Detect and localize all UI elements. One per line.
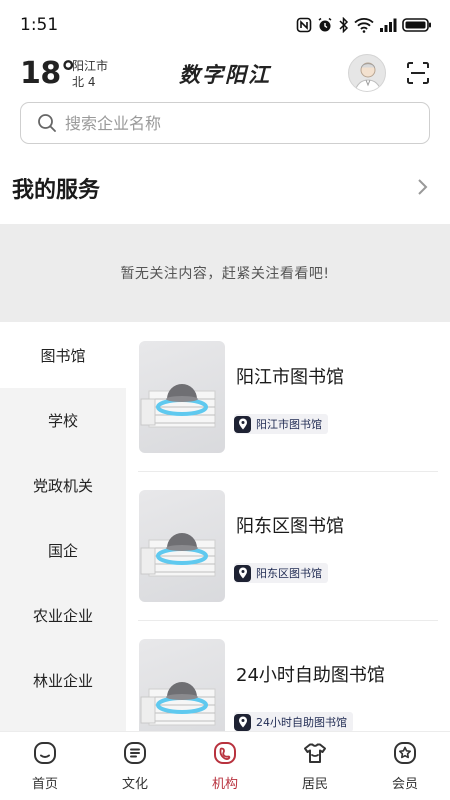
institution-name: 阳江市图书馆 — [236, 367, 344, 388]
institution-tag: 阳江市图书馆 — [234, 414, 328, 434]
member-icon — [394, 742, 416, 764]
category-label: 农业企业 — [32, 607, 93, 625]
user-avatar-icon — [354, 62, 382, 91]
institution-list: 阳江市图书馆 阳江市图书馆 阳东区图书馆 阳东区图书馆 24小时自助图书馆 24… — [126, 323, 450, 731]
tab-home[interactable]: 首页 — [0, 732, 90, 800]
app-title: 数字阳江 — [179, 62, 271, 87]
home-icon — [34, 742, 56, 764]
signal-icon — [380, 18, 397, 32]
category-sidebar: 图书馆 学校 党政机关 国企 农业企业 林业企业 — [0, 323, 126, 731]
category-school[interactable]: 学校 — [0, 388, 126, 453]
empty-state-text: 暂无关注内容，赶紧关注看看吧! — [120, 266, 330, 282]
scan-icon — [407, 62, 429, 84]
wifi-icon — [354, 18, 374, 33]
bluetooth-icon — [339, 17, 349, 33]
category-label: 林业企业 — [32, 672, 93, 690]
category-label: 图书馆 — [40, 347, 86, 365]
search-input[interactable] — [65, 113, 405, 133]
tab-resident[interactable]: 居民 — [270, 732, 360, 800]
institution-tag-text: 阳东区图书馆 — [256, 567, 322, 580]
category-forestry[interactable]: 林业企业 — [0, 648, 126, 713]
institution-card[interactable]: 24小时自助图书馆 24小时自助图书馆 — [126, 621, 450, 731]
status-time: 1:51 — [20, 15, 59, 35]
weather-wind: 北 4 — [72, 75, 96, 89]
library-building-image — [139, 341, 225, 453]
tab-culture[interactable]: 文化 — [90, 732, 180, 800]
institution-name: 阳东区图书馆 — [236, 516, 344, 537]
alarm-icon — [318, 17, 332, 32]
battery-icon — [402, 18, 431, 32]
location-pin-icon — [234, 713, 251, 731]
tab-label: 会员 — [391, 777, 418, 792]
nfc-icon — [296, 17, 312, 33]
services-empty-state: 暂无关注内容，赶紧关注看看吧! — [0, 224, 450, 322]
status-bar: 1:51 — [0, 0, 450, 50]
tab-institution[interactable]: 机构 — [180, 732, 270, 800]
category-government[interactable]: 党政机关 — [0, 453, 126, 518]
scan-button[interactable] — [405, 60, 431, 86]
services-more-button[interactable] — [414, 176, 430, 198]
library-building-image — [139, 490, 225, 602]
category-label: 学校 — [47, 412, 78, 430]
bottom-tab-bar: 首页 文化 机构 居民 会员 — [0, 731, 450, 800]
institution-tag-text: 24小时自助图书馆 — [256, 716, 347, 729]
institution-tag-text: 阳江市图书馆 — [256, 418, 322, 431]
avatar[interactable] — [348, 54, 386, 92]
services-title: 我的服务 — [12, 178, 101, 203]
location-pin-icon — [234, 415, 251, 433]
culture-icon — [124, 742, 146, 764]
weather-temperature: 18° — [20, 56, 76, 91]
category-library[interactable]: 图书馆 — [0, 323, 126, 388]
weather-city: 阳江市 — [72, 59, 109, 73]
app-header: 18° 阳江市 北 4 数字阳江 — [0, 50, 450, 98]
tab-member[interactable]: 会员 — [360, 732, 450, 800]
institution-tag: 阳东区图书馆 — [234, 563, 328, 583]
search-icon — [38, 114, 56, 132]
category-state-enterprise[interactable]: 国企 — [0, 518, 126, 583]
institution-tag: 24小时自助图书馆 — [234, 712, 353, 731]
location-pin-icon — [234, 564, 251, 582]
institution-card[interactable]: 阳江市图书馆 阳江市图书馆 — [126, 323, 450, 472]
category-agriculture[interactable]: 农业企业 — [0, 583, 126, 648]
tab-label: 机构 — [211, 777, 238, 792]
search-bar[interactable] — [20, 102, 430, 144]
tab-label: 首页 — [31, 777, 58, 792]
status-icons — [296, 17, 432, 33]
category-label: 国企 — [47, 542, 78, 560]
institution-icon — [214, 742, 236, 764]
institution-card[interactable]: 阳东区图书馆 阳东区图书馆 — [126, 472, 450, 621]
tab-label: 文化 — [121, 777, 148, 792]
library-building-image — [139, 639, 225, 731]
resident-icon — [304, 743, 326, 763]
chevron-right-icon — [418, 179, 428, 195]
weather-location: 阳江市 北 4 — [72, 58, 108, 90]
institution-name: 24小时自助图书馆 — [236, 665, 385, 686]
tab-label: 居民 — [301, 777, 328, 792]
category-label: 党政机关 — [32, 477, 93, 495]
